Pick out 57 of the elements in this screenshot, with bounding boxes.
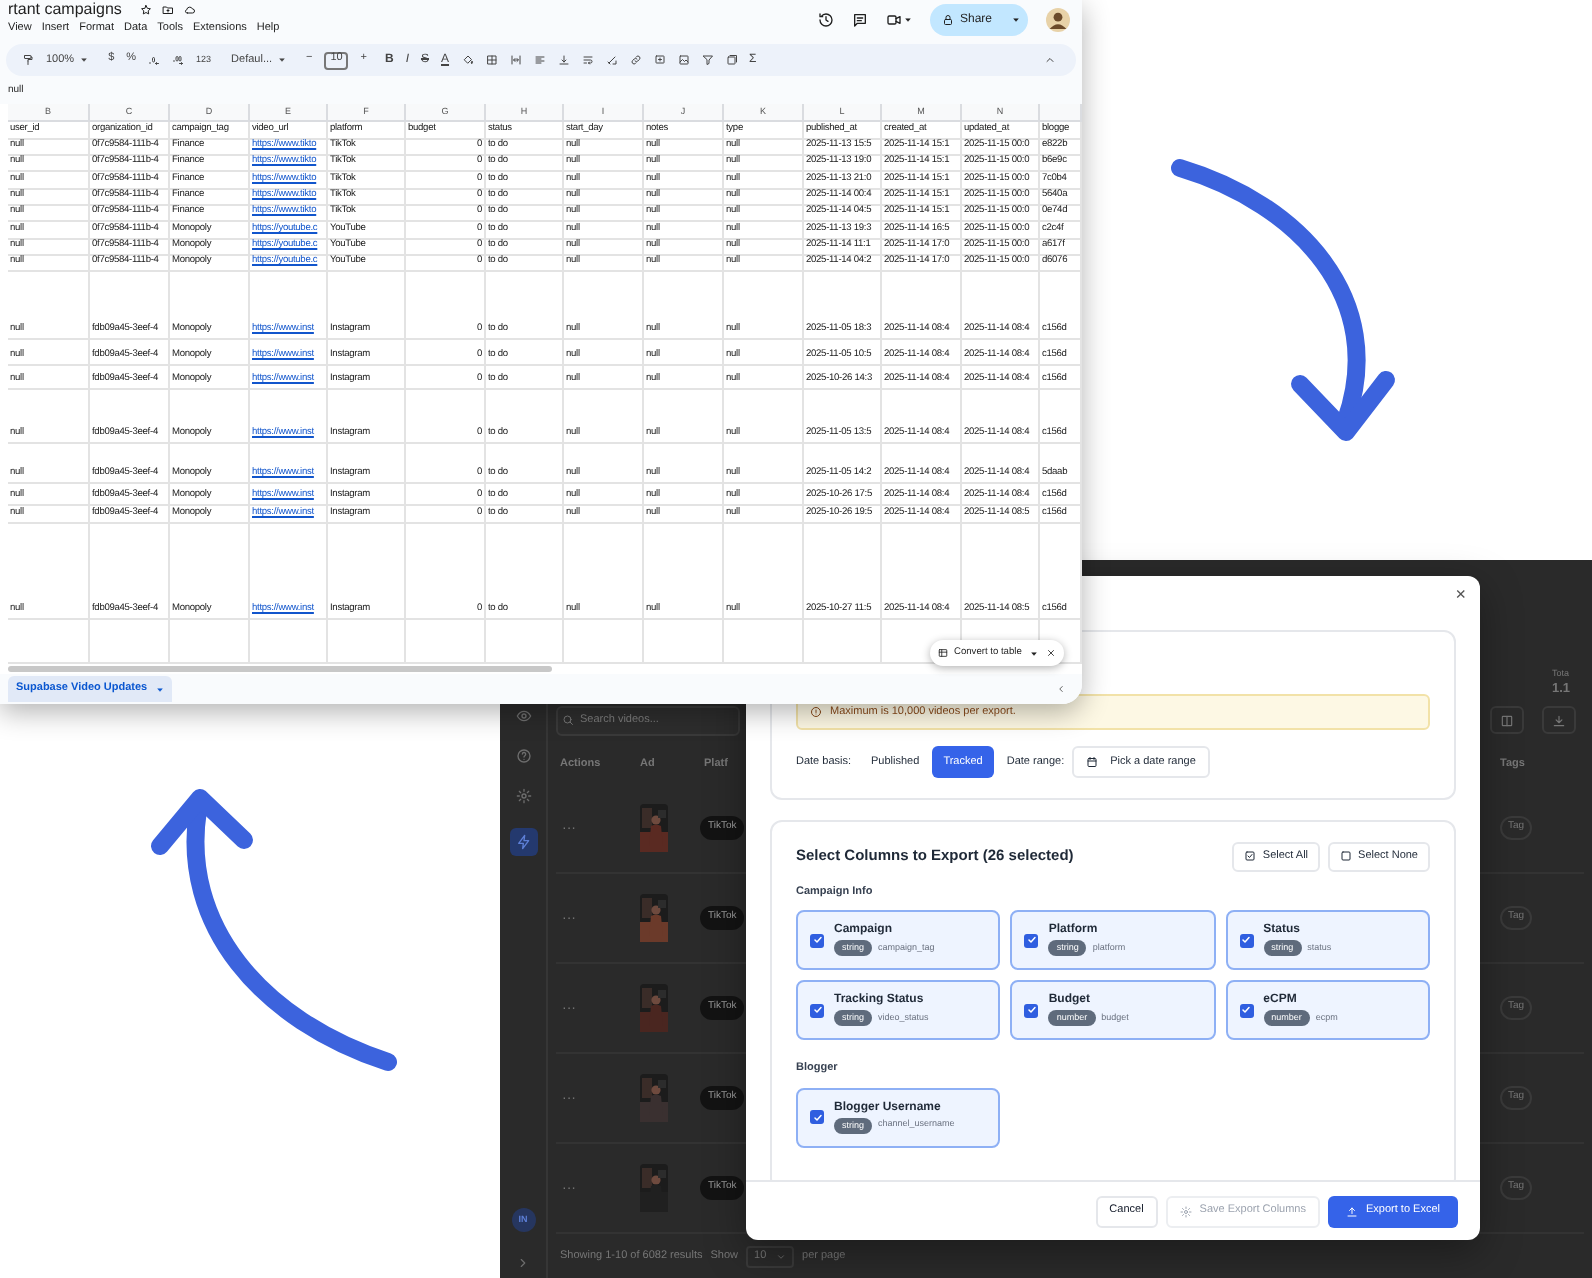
folder-icon[interactable] xyxy=(161,4,174,16)
fill-color-icon[interactable] xyxy=(461,54,474,66)
chevron-right-icon[interactable] xyxy=(516,1256,530,1270)
link-icon[interactable] xyxy=(629,54,642,66)
calendar-icon xyxy=(1086,756,1099,768)
cloud-icon[interactable] xyxy=(183,4,196,16)
checkbox[interactable] xyxy=(810,1003,824,1018)
borders-icon[interactable] xyxy=(485,54,498,66)
checkbox[interactable] xyxy=(1024,933,1039,948)
export-icon xyxy=(1346,1205,1358,1217)
document-title: rtant campaigns xyxy=(8,2,122,18)
caret-icon xyxy=(278,56,287,64)
caret-icon[interactable] xyxy=(1012,16,1020,24)
empty-box-icon xyxy=(1340,850,1353,862)
settings-icon xyxy=(1179,1205,1192,1217)
video-camera-icon[interactable] xyxy=(885,12,902,28)
history-icon[interactable] xyxy=(817,12,834,28)
caret-icon xyxy=(80,56,89,64)
caret-icon xyxy=(155,685,164,693)
wrap-icon[interactable] xyxy=(581,54,594,66)
download-icon xyxy=(1552,713,1566,727)
search-icon xyxy=(562,714,574,726)
lock-icon xyxy=(941,14,954,26)
vertical-align-icon[interactable] xyxy=(557,54,570,66)
increase-decimal-icon[interactable] xyxy=(172,54,185,66)
chevron-down-icon xyxy=(776,1251,787,1261)
checkbox[interactable] xyxy=(1239,933,1254,948)
image-icon[interactable] xyxy=(677,54,690,66)
columns-icon xyxy=(1500,713,1514,727)
caret-icon[interactable] xyxy=(903,16,912,24)
info-icon xyxy=(810,706,822,718)
checkbox[interactable] xyxy=(1239,1003,1254,1018)
close-button[interactable]: × xyxy=(1455,586,1466,604)
views-icon[interactable] xyxy=(725,54,738,66)
settings-icon[interactable] xyxy=(515,788,531,804)
comment-icon[interactable] xyxy=(851,12,868,28)
paint-format-icon[interactable] xyxy=(22,54,34,66)
help-icon[interactable] xyxy=(515,748,531,764)
close-icon[interactable] xyxy=(1045,648,1056,658)
checkbox[interactable] xyxy=(1024,1003,1039,1018)
rotate-icon[interactable] xyxy=(605,54,618,66)
table-icon xyxy=(938,648,948,658)
checkbox[interactable] xyxy=(810,1110,824,1124)
bolt-icon xyxy=(515,834,531,850)
checkbox[interactable] xyxy=(810,933,824,948)
columns-button[interactable] xyxy=(1490,706,1524,734)
sidebar-item[interactable] xyxy=(509,828,537,856)
merge-icon[interactable] xyxy=(509,54,522,66)
checked-box-icon xyxy=(1244,850,1257,862)
eye-icon[interactable] xyxy=(515,708,531,724)
avatar[interactable] xyxy=(1046,8,1070,32)
filter-icon[interactable] xyxy=(701,54,714,66)
comment-icon[interactable] xyxy=(653,54,666,66)
decrease-decimal-icon[interactable] xyxy=(148,54,161,66)
star-icon[interactable] xyxy=(139,4,152,16)
caret-icon[interactable] xyxy=(1029,649,1038,657)
chevron-left-icon[interactable] xyxy=(1056,684,1066,694)
